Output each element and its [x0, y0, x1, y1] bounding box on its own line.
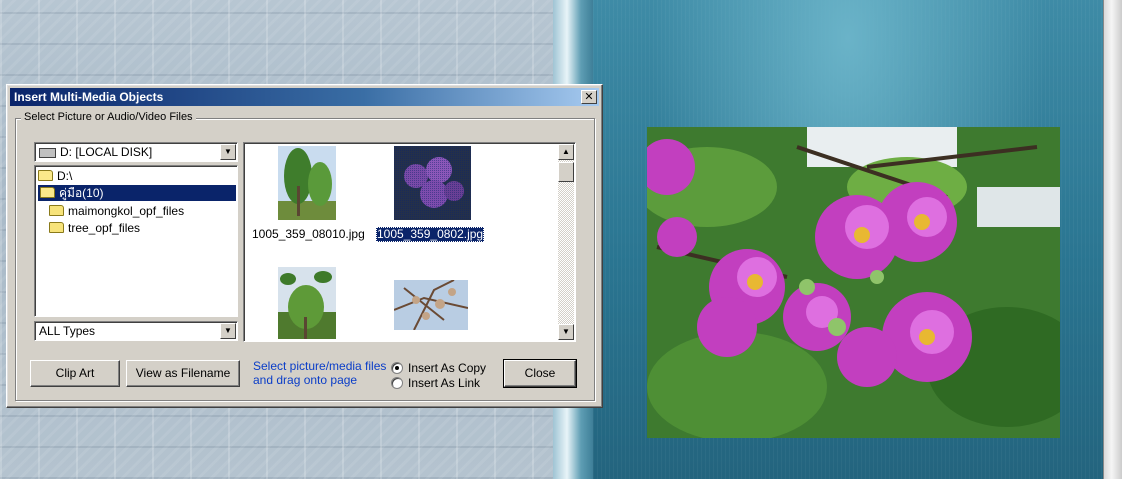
tree-item-selected[interactable]: คู่มือ(10): [38, 185, 236, 201]
flower-photo[interactable]: [647, 127, 1060, 438]
thumbnail-tree-image[interactable]: [278, 146, 336, 220]
drag-hint-text: Select picture/media files and drag onto…: [253, 359, 387, 387]
file-type-value: ALL Types: [39, 324, 96, 338]
radio-unchecked-icon[interactable]: [391, 377, 403, 389]
drive-icon: [39, 147, 56, 158]
scroll-down-icon[interactable]: ▼: [558, 324, 574, 340]
thumbnail-label-selected[interactable]: 1005_359_0802.jpg: [376, 227, 485, 242]
dialog-title: Insert Multi-Media Objects: [14, 90, 164, 104]
tree-item-maimongkol[interactable]: maimongkol_opf_files: [49, 203, 184, 219]
insert-as-link-option[interactable]: Insert As Link: [391, 377, 480, 390]
group-label: Select Picture or Audio/Video Files: [21, 111, 196, 123]
thumbnail-label[interactable]: 1005_359_08010.jpg: [252, 227, 365, 242]
thumbnail-flower-image-selected[interactable]: [394, 146, 471, 220]
chevron-down-icon[interactable]: ▼: [220, 323, 236, 339]
dialog-title-bar[interactable]: Insert Multi-Media Objects ✕: [10, 88, 599, 106]
open-folder-icon: [40, 187, 55, 198]
file-type-select[interactable]: ALL Types ▼: [34, 321, 238, 341]
insert-multimedia-dialog: Insert Multi-Media Objects ✕ Select Pict…: [6, 84, 603, 408]
radio-checked-icon[interactable]: [391, 362, 403, 374]
insert-as-copy-option[interactable]: Insert As Copy: [391, 362, 486, 375]
view-as-filename-button[interactable]: View as Filename: [126, 360, 240, 387]
folder-icon: [49, 205, 64, 216]
folder-icon: [49, 222, 64, 233]
scroll-thumb[interactable]: [558, 162, 574, 182]
drive-select[interactable]: D: [LOCAL DISK] ▼: [34, 142, 238, 162]
window-edge: [1103, 0, 1122, 479]
thumbnail-branches-image[interactable]: [394, 280, 468, 330]
clip-art-button[interactable]: Clip Art: [30, 360, 120, 387]
open-folder-icon: [38, 170, 53, 181]
chevron-down-icon[interactable]: ▼: [220, 144, 236, 160]
thumbnail-panel[interactable]: 1005_359_08010.jpg 1005_359_0802.jpg ▲ ▼: [243, 142, 576, 342]
tree-item-tree[interactable]: tree_opf_files: [49, 220, 140, 236]
close-button[interactable]: Close: [503, 359, 577, 388]
folder-tree[interactable]: D:\ คู่มือ(10) maimongkol_opf_files tree…: [34, 165, 238, 317]
tree-item-root[interactable]: D:\: [38, 168, 72, 184]
thumbnail-palm-image[interactable]: [278, 267, 336, 339]
close-icon[interactable]: ✕: [581, 90, 597, 104]
drive-select-value: D: [LOCAL DISK]: [60, 145, 153, 159]
scroll-up-icon[interactable]: ▲: [558, 144, 574, 160]
flower-photo-image: [647, 127, 1060, 438]
thumbnail-scrollbar[interactable]: ▲ ▼: [558, 144, 574, 340]
